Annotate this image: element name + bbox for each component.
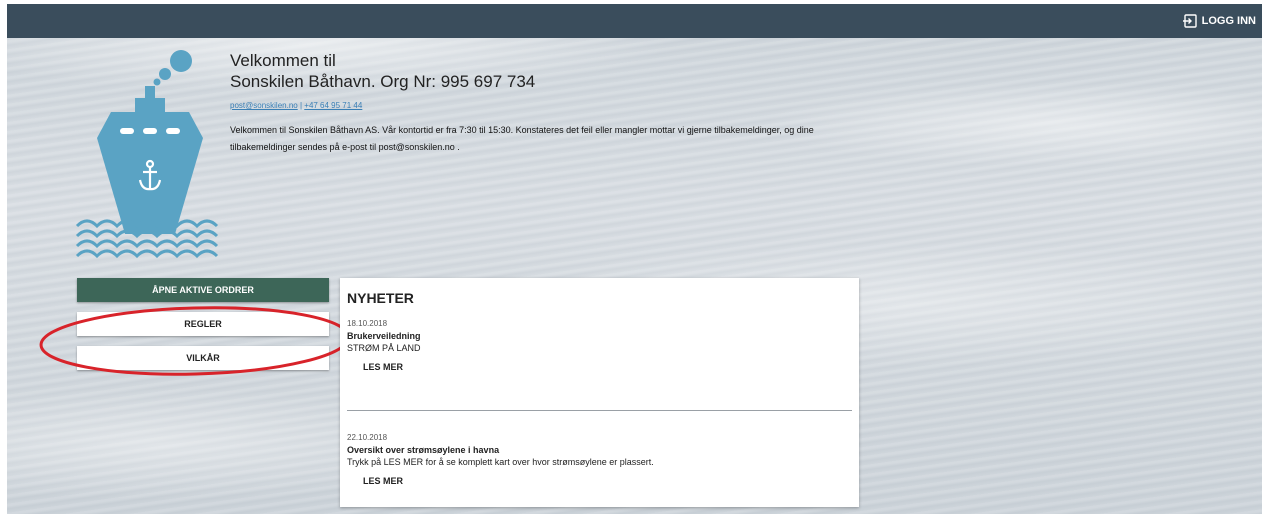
news-divider: [347, 410, 852, 411]
news-date: 18.10.2018: [347, 319, 388, 328]
email-link[interactable]: post@sonskilen.no: [230, 101, 298, 110]
terms-button[interactable]: VILKÅR: [77, 346, 329, 370]
contact-separator: |: [299, 101, 303, 110]
news-text: STRØM PÅ LAND: [347, 343, 421, 353]
phone-link[interactable]: +47 64 95 71 44: [304, 101, 362, 110]
news-title: NYHETER: [347, 290, 414, 306]
news-item: 22.10.2018 Oversikt over strømsøylene i …: [347, 432, 852, 489]
company-name: Sonskilen Båthavn. Org Nr: 995 697 734: [230, 72, 536, 91]
ship-anchor-logo: [75, 50, 219, 259]
contact-links: post@sonskilen.no | +47 64 95 71 44: [230, 101, 362, 110]
open-orders-label: ÅPNE AKTIVE ORDRER: [152, 285, 254, 295]
intro-text: Velkommen til Sonskilen Båthavn AS. Vår …: [230, 125, 814, 152]
news-panel: NYHETER 18.10.2018 Brukerveiledning STRØ…: [340, 278, 859, 507]
rules-label: REGLER: [184, 319, 222, 329]
open-orders-button[interactable]: ÅPNE AKTIVE ORDRER: [77, 278, 329, 302]
top-bar: LOGG INN: [7, 4, 1262, 38]
news-headline: Oversikt over strømsøylene i havna: [347, 445, 500, 455]
welcome-heading: Velkommen til: [230, 51, 336, 70]
page: LOGG INN Velkommen til Sonskilen Båthavn…: [0, 0, 1262, 518]
login-label: LOGG INN: [1201, 15, 1256, 27]
news-headline: Brukerveiledning: [347, 331, 421, 341]
rules-button[interactable]: REGLER: [77, 312, 329, 336]
news-item: 18.10.2018 Brukerveiledning STRØM PÅ LAN…: [347, 318, 852, 375]
read-more-button[interactable]: LES MER: [363, 362, 403, 372]
login-icon: [1182, 14, 1197, 28]
news-text: Trykk på LES MER for å se komplett kart …: [347, 457, 654, 467]
news-date: 22.10.2018: [347, 433, 388, 442]
app-frame: LOGG INN Velkommen til Sonskilen Båthavn…: [7, 4, 1262, 514]
terms-label: VILKÅR: [186, 353, 220, 363]
login-button[interactable]: LOGG INN: [1182, 11, 1256, 31]
read-more-button[interactable]: LES MER: [363, 476, 403, 486]
